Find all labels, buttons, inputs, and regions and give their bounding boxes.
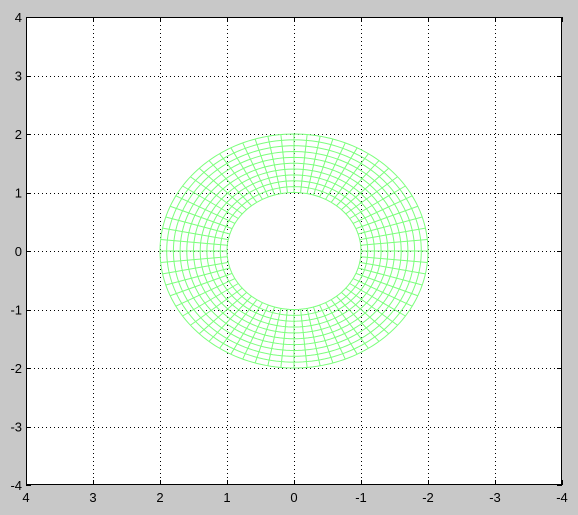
y-tick-labels: 4 3 2 1 0 -1 -2 -3 -4	[10, 10, 22, 493]
x-tick-label: 1	[223, 490, 230, 505]
x-tick-label: 0	[290, 490, 297, 505]
y-tick-label: 1	[15, 186, 22, 201]
x-tick-label: -1	[355, 490, 367, 505]
y-tick-label: 3	[15, 69, 22, 84]
x-tick-label: 3	[89, 490, 96, 505]
y-tick-label: -2	[10, 361, 22, 376]
y-tick-label: 0	[15, 244, 22, 259]
x-tick-label: 4	[22, 490, 29, 505]
x-tick-label: -3	[489, 490, 501, 505]
y-tick-label: -4	[10, 478, 22, 493]
y-tick-label: -1	[10, 303, 22, 318]
x-tick-label: -2	[422, 490, 434, 505]
x-tick-labels: 4 3 2 1 0 -1 -2 -3 -4	[22, 490, 567, 505]
x-tick-label: 2	[156, 490, 163, 505]
y-tick-label: -3	[10, 420, 22, 435]
y-tick-label: 2	[15, 127, 22, 142]
chart-svg: 4 3 2 1 0 -1 -2 -3 -4 4 3 2 1 0 -1 -2 -3 -4	[10, 10, 567, 505]
x-tick-label: -4	[556, 490, 568, 505]
y-tick-label: 4	[15, 10, 22, 25]
figure-window: 4 3 2 1 0 -1 -2 -3 -4 4 3 2 1 0 -1 -2 -3 -4	[0, 0, 578, 515]
